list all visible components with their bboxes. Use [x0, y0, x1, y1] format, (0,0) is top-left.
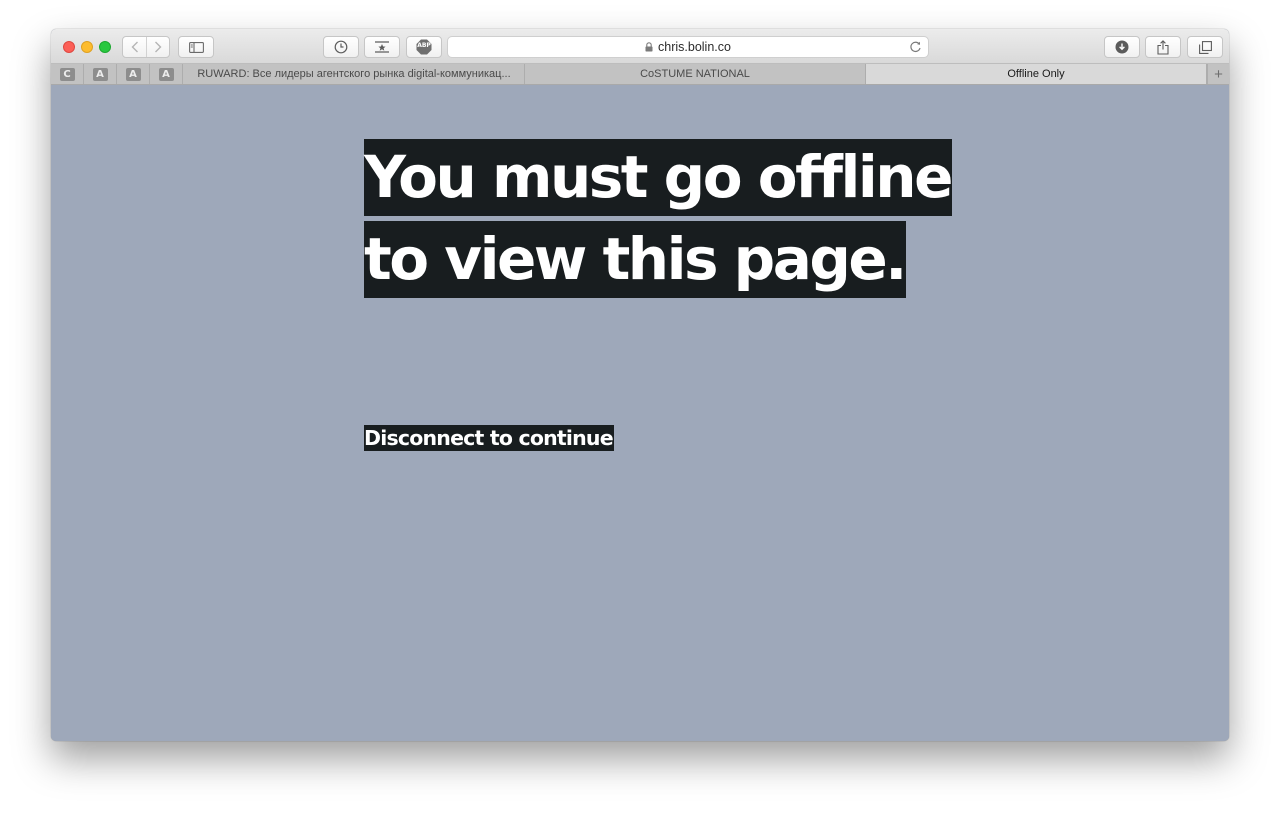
- back-button[interactable]: [123, 37, 146, 57]
- tab-costume-national[interactable]: CoSTUME NATIONAL: [525, 64, 866, 84]
- page-content: You must go offline to view this page. D…: [51, 86, 1229, 741]
- lock-icon: [645, 42, 653, 52]
- download-icon: [1115, 40, 1129, 54]
- tab-bar: C A A A RUWARD: Все лидеры агентского ры…: [51, 64, 1229, 85]
- pinned-tab-label: C: [59, 67, 75, 81]
- plus-icon: +: [1214, 65, 1223, 83]
- adblock-button[interactable]: ABP: [406, 36, 442, 58]
- tab-label: CoSTUME NATIONAL: [640, 68, 750, 80]
- clock-icon: [334, 40, 348, 54]
- pinned-tab-1[interactable]: C: [51, 64, 84, 84]
- tab-label: Offline Only: [1007, 68, 1065, 80]
- bookmark-button[interactable]: [364, 36, 400, 58]
- navigation-buttons: [122, 36, 170, 58]
- star-tray-icon: [375, 41, 389, 53]
- share-icon: [1157, 39, 1169, 55]
- browser-window: ABP chris.bolin.co C A A A RUWARD: Все л…: [51, 29, 1229, 741]
- chevron-right-icon: [155, 41, 162, 53]
- forward-button[interactable]: [146, 37, 169, 57]
- history-button[interactable]: [323, 36, 359, 58]
- chevron-left-icon: [131, 41, 138, 53]
- sidebar-button[interactable]: [178, 36, 214, 58]
- reload-icon: [910, 41, 921, 53]
- browser-toolbar: ABP chris.bolin.co: [51, 29, 1229, 64]
- pinned-tab-label: A: [92, 67, 108, 81]
- tab-ruward[interactable]: RUWARD: Все лидеры агентского рынка digi…: [184, 64, 525, 84]
- reload-button[interactable]: [909, 40, 922, 56]
- pinned-tab-2[interactable]: A: [84, 64, 117, 84]
- url-text: chris.bolin.co: [658, 40, 731, 54]
- headline-text: You must go offline to view this page.: [364, 139, 953, 298]
- zoom-window-button[interactable]: [99, 41, 111, 53]
- pinned-tab-3[interactable]: A: [117, 64, 150, 84]
- adblock-label: ABP: [417, 42, 431, 49]
- pinned-tab-label: A: [158, 67, 174, 81]
- sidebar-icon: [188, 41, 204, 53]
- tab-label: RUWARD: Все лидеры агентского рынка digi…: [197, 68, 511, 80]
- tabs-icon: [1198, 40, 1212, 54]
- page-headline: You must go offline to view this page.: [364, 136, 964, 300]
- minimize-window-button[interactable]: [81, 41, 93, 53]
- pinned-tab-4[interactable]: A: [150, 64, 183, 84]
- share-button[interactable]: [1145, 36, 1181, 58]
- address-bar[interactable]: chris.bolin.co: [447, 36, 929, 58]
- new-tab-button[interactable]: +: [1207, 64, 1229, 84]
- page-subline: Disconnect to continue: [364, 425, 614, 451]
- pinned-tab-label: A: [125, 67, 141, 81]
- downloads-button[interactable]: [1104, 36, 1140, 58]
- tabs-overview-button[interactable]: [1187, 36, 1223, 58]
- tab-offline-only[interactable]: Offline Only: [866, 64, 1207, 84]
- close-window-button[interactable]: [63, 41, 75, 53]
